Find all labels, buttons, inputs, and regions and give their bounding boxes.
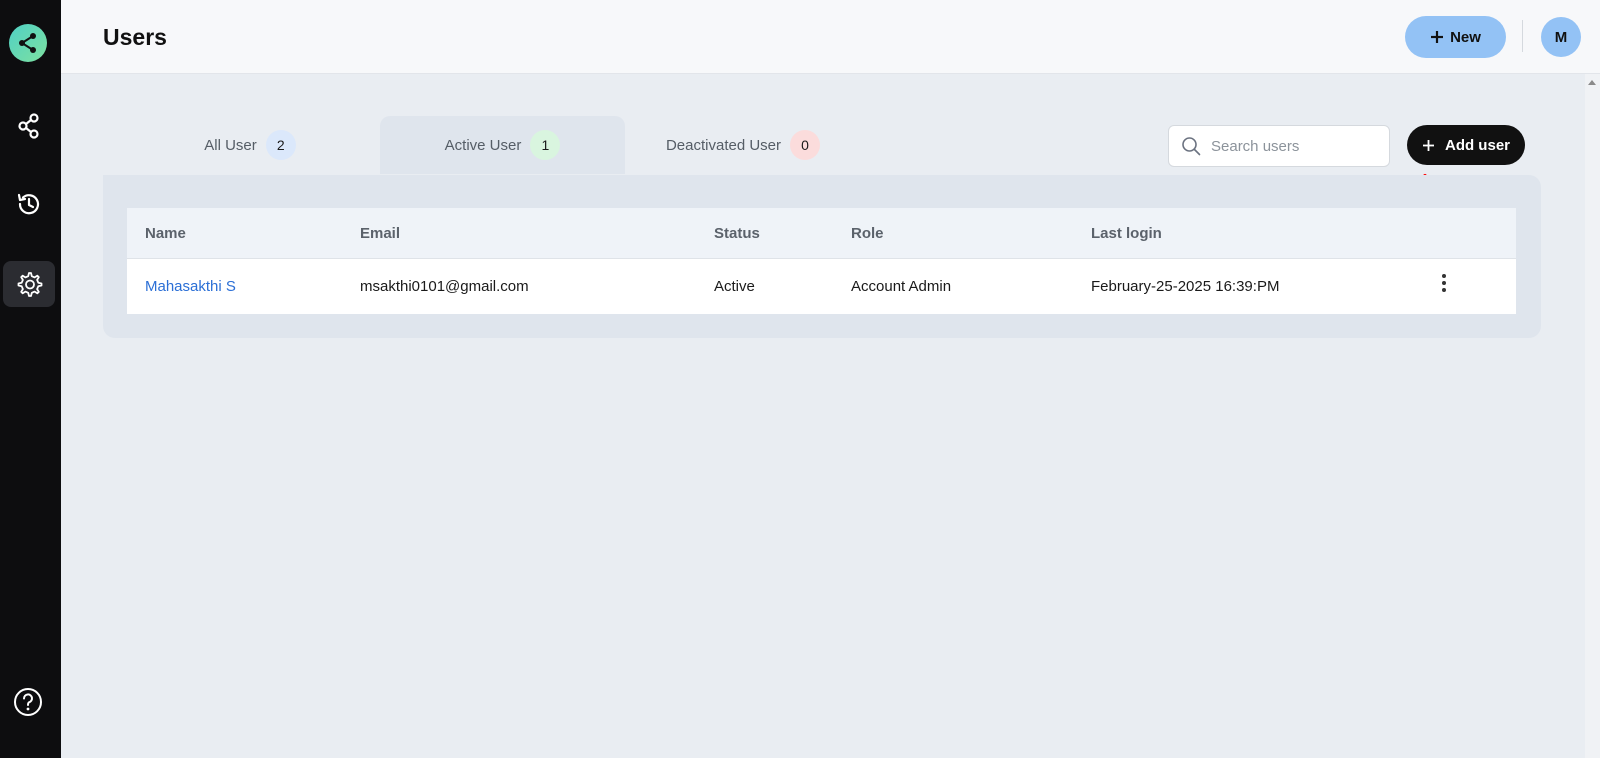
tab-label: Deactivated User [665, 136, 782, 154]
add-user-label: Add user [1444, 136, 1510, 154]
top-bar: Users New M [61, 0, 1600, 74]
count-badge: 1 [530, 130, 561, 160]
plus-icon [1431, 31, 1444, 43]
plus-icon [1422, 139, 1434, 151]
table-header: Name Email Status Role Last login [127, 208, 1516, 259]
history-icon [17, 193, 40, 215]
avatar[interactable]: M [1541, 17, 1581, 57]
user-status: Active [714, 278, 755, 295]
app-logo[interactable] [9, 24, 47, 62]
tab-all-user[interactable]: All User 2 [180, 116, 320, 174]
more-options-icon[interactable] [1437, 271, 1451, 295]
count-badge: 0 [790, 130, 821, 160]
search-box[interactable] [1168, 125, 1390, 167]
help-circle-icon [14, 688, 42, 716]
tab-active-user[interactable]: Active User 1 [380, 116, 625, 174]
help-button[interactable] [12, 686, 44, 718]
share-icon [19, 33, 36, 53]
sidebar-item-history[interactable] [3, 181, 55, 227]
gear-icon [17, 272, 43, 297]
scrollbar[interactable] [1585, 74, 1600, 758]
sidebar-item-share[interactable] [3, 103, 55, 149]
tab-label: Active User [444, 136, 522, 154]
count-badge: 2 [265, 130, 296, 160]
new-button[interactable]: New [1405, 16, 1506, 58]
users-table: Name Email Status Role Last login Mahasa… [127, 208, 1516, 314]
tab-deactivated-user[interactable]: Deactivated User 0 [648, 116, 838, 174]
add-user-button[interactable]: Add user [1407, 125, 1525, 165]
page-title: Users [103, 24, 167, 50]
user-name-link[interactable]: Mahasakthi S [145, 278, 236, 295]
column-header-last-login[interactable]: Last login [1091, 208, 1162, 258]
divider [1522, 20, 1523, 52]
search-icon [1182, 137, 1201, 156]
scroll-up-arrow-icon[interactable] [1588, 80, 1596, 85]
column-header-status[interactable]: Status [714, 208, 760, 258]
user-email: msakthi0101@gmail.com [360, 278, 529, 295]
new-button-label: New [1450, 28, 1481, 46]
share-icon [18, 113, 39, 139]
sidebar [0, 0, 61, 758]
user-role: Account Admin [851, 278, 952, 295]
user-last-login: February-25-2025 16:39:PM [1091, 278, 1280, 295]
sidebar-item-settings[interactable] [3, 261, 55, 307]
tab-label: All User [204, 136, 257, 154]
column-header-role[interactable]: Role [851, 208, 884, 258]
table-row: Mahasakthi S msakthi0101@gmail.com Activ… [127, 259, 1516, 314]
search-input[interactable] [1211, 137, 1371, 155]
column-header-name[interactable]: Name [145, 208, 186, 258]
column-header-email[interactable]: Email [360, 208, 400, 258]
